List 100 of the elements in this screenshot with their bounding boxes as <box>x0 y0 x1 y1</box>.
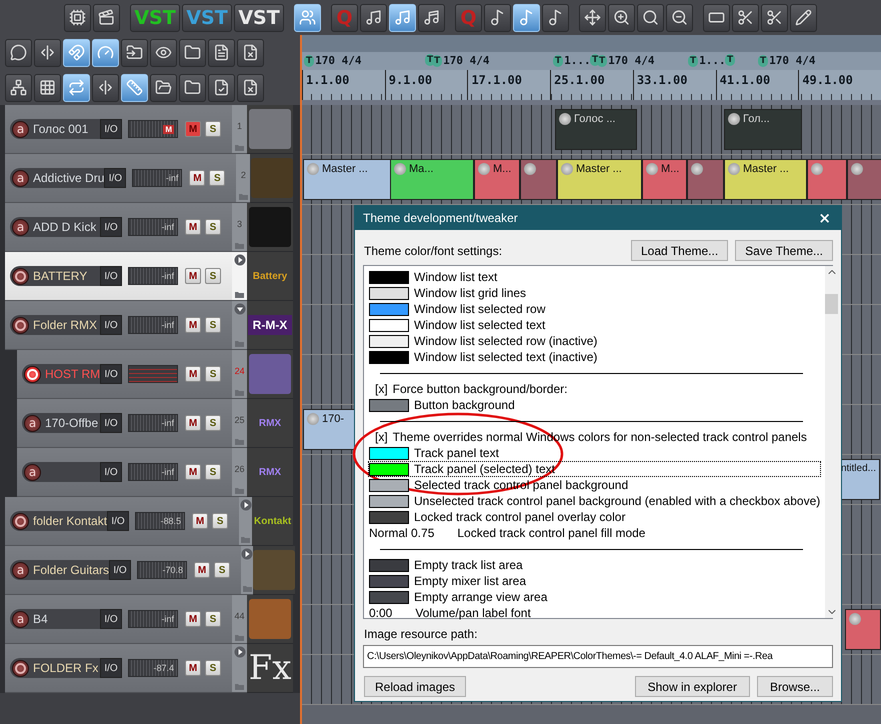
mute-button[interactable]: M <box>192 513 208 529</box>
color-swatch[interactable] <box>369 350 409 364</box>
media-item[interactable]: Гол... <box>724 109 802 150</box>
toolbar-button[interactable] <box>34 38 61 66</box>
knob-icon[interactable] <box>691 163 703 175</box>
track-panel[interactable]: HOST RM I/O M S <box>17 350 232 399</box>
toolbar-button[interactable] <box>150 38 177 66</box>
track-name-field[interactable]: a <box>22 462 100 482</box>
toolbar-button[interactable] <box>484 4 511 32</box>
folder-toggle-icon[interactable] <box>240 499 252 511</box>
mute-button[interactable]: M <box>185 660 201 676</box>
toolbar-button[interactable] <box>150 74 177 102</box>
option-mark[interactable]: [x] <box>375 382 388 396</box>
record-arm-button[interactable] <box>12 660 29 676</box>
toolbar-button[interactable] <box>637 4 664 32</box>
dialog-button[interactable]: Reload images <box>364 676 466 697</box>
toolbar-button[interactable] <box>666 4 693 32</box>
media-item[interactable]: M... <box>642 159 687 200</box>
track-name-field[interactable]: a 170-Offbe <box>22 413 100 433</box>
solo-button[interactable]: S <box>205 611 221 627</box>
media-item[interactable]: M... <box>474 159 520 200</box>
scroll-thumb[interactable] <box>825 294 838 314</box>
track-name-field[interactable]: BATTERY <box>10 266 100 286</box>
tempo-marker-flag[interactable]: T <box>553 54 564 66</box>
dialog-button[interactable]: Load Theme... <box>631 240 728 262</box>
color-setting-row[interactable]: Empty arrange view area <box>368 589 822 606</box>
knob-icon[interactable] <box>851 163 863 175</box>
track-name-field[interactable]: a Addictive Dru <box>10 168 104 188</box>
toolbar-button[interactable] <box>5 38 32 66</box>
color-setting-row[interactable]: Track panel text <box>368 445 822 462</box>
media-item[interactable]: Master ... <box>724 159 807 200</box>
io-button[interactable]: I/O <box>100 658 122 678</box>
toolbar-button[interactable] <box>608 4 635 32</box>
track-panel[interactable]: FOLDER Fx I/O -87.4 M S <box>5 644 232 693</box>
media-item[interactable]: Master ... <box>303 159 391 200</box>
track-panel[interactable]: Folder RMX I/O -inf M S <box>5 301 232 350</box>
color-swatch[interactable] <box>369 270 409 284</box>
solo-button[interactable]: S <box>214 562 230 578</box>
solo-button[interactable]: S <box>205 660 221 676</box>
solo-button[interactable]: S <box>205 121 221 137</box>
record-arm-button[interactable]: a <box>24 414 41 432</box>
track-name-field[interactable]: a Folder Guitars <box>10 560 110 580</box>
color-swatch[interactable] <box>369 462 409 476</box>
media-item[interactable] <box>847 159 881 200</box>
record-arm-button[interactable]: a <box>12 610 29 628</box>
solo-button[interactable]: S <box>205 415 221 431</box>
record-arm-button[interactable]: a <box>24 464 41 480</box>
io-button[interactable]: I/O <box>109 560 132 580</box>
track-name-field[interactable]: a Голос 001 <box>10 119 100 139</box>
color-setting-row[interactable]: Empty track list area <box>368 557 822 574</box>
color-setting-row[interactable]: Locked track control panel overlay color <box>368 509 822 526</box>
track-panel[interactable]: a Addictive Dru I/O -inf M S <box>5 154 236 203</box>
solo-button[interactable]: S <box>205 268 221 284</box>
color-swatch[interactable] <box>369 494 409 508</box>
record-arm-button[interactable] <box>12 512 29 530</box>
tempo-marker-flag[interactable]: T <box>597 54 608 66</box>
folder-toggle-icon[interactable] <box>241 548 254 560</box>
toolbar-button[interactable] <box>732 4 759 32</box>
media-item[interactable]: Ma... <box>390 159 474 200</box>
dialog-button[interactable]: Save Theme... <box>735 240 833 262</box>
io-button[interactable]: I/O <box>100 266 122 286</box>
track-panel[interactable]: a B4 I/O -inf M S <box>5 595 232 644</box>
toolbar-button[interactable] <box>208 74 235 102</box>
tempo-marker-flag[interactable]: T <box>688 54 698 66</box>
toolbar-button[interactable] <box>360 4 387 32</box>
media-item[interactable] <box>687 159 724 200</box>
record-arm-button[interactable] <box>12 316 29 334</box>
io-button[interactable]: I/O <box>100 609 122 629</box>
track-name-field[interactable]: Folder RMX <box>10 315 100 335</box>
color-setting-row[interactable]: Empty mixer list area <box>368 573 822 590</box>
timeline-ruler[interactable]: 1.1.00 9.1.00 17.1.00 25.1.00 33.1.00 41.1.00 49.1.00 <box>302 70 881 105</box>
toolbar-button[interactable] <box>121 38 148 66</box>
io-button[interactable]: I/O <box>100 462 122 482</box>
track-panel[interactable]: a I/O -inf M S <box>17 448 232 497</box>
setting-value[interactable]: 0:00 <box>369 606 392 620</box>
mute-button[interactable]: M <box>185 415 201 431</box>
toolbar-button[interactable] <box>34 74 61 102</box>
color-setting-row[interactable]: Button background <box>368 397 822 414</box>
mute-button[interactable]: M <box>189 170 206 186</box>
tempo-marker-flag[interactable]: T <box>304 54 314 66</box>
knob-icon[interactable] <box>524 163 536 175</box>
mute-button[interactable]: M <box>194 562 210 578</box>
close-button[interactable]: × <box>816 209 833 228</box>
track-name-field[interactable]: a B4 <box>10 609 100 629</box>
track-panel[interactable]: BATTERY I/O -inf M S <box>5 252 232 301</box>
color-swatch[interactable] <box>369 510 409 524</box>
track-panel[interactable]: a Folder Guitars I/O -70.8 M S <box>5 546 242 595</box>
media-item[interactable] <box>807 159 847 200</box>
toolbar-button[interactable] <box>237 38 264 66</box>
color-swatch[interactable] <box>369 302 409 316</box>
record-arm-button[interactable] <box>12 268 29 284</box>
track-panel[interactable]: a Голос 001 I/O M M S <box>5 105 232 154</box>
solo-button[interactable]: S <box>205 219 221 235</box>
toolbar-button[interactable] <box>179 38 206 66</box>
toolbar-button[interactable] <box>64 4 91 32</box>
io-button[interactable]: I/O <box>104 168 126 188</box>
mute-button[interactable]: M <box>185 464 201 480</box>
mute-button[interactable]: M <box>185 366 202 382</box>
color-setting-row[interactable]: Window list selected text (inactive) <box>368 349 822 366</box>
color-setting-row[interactable]: Window list grid lines <box>368 285 822 302</box>
